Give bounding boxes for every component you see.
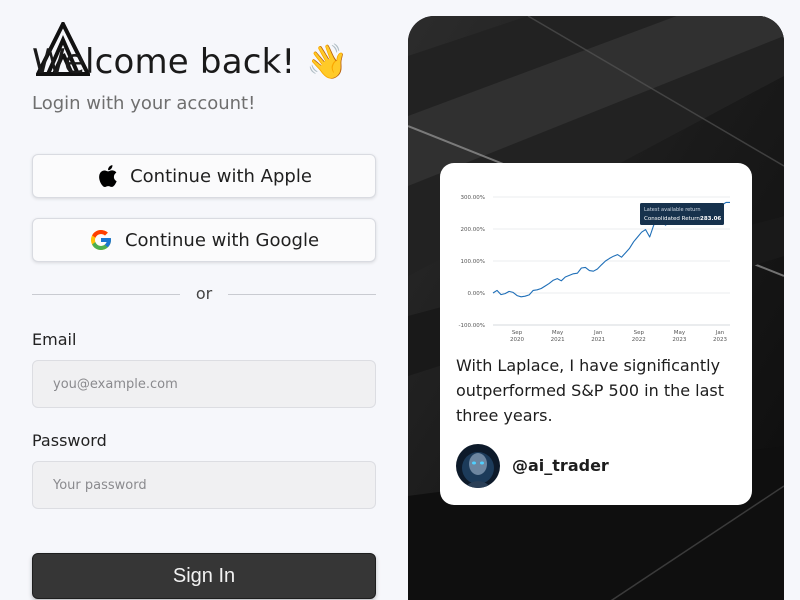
or-divider: or: [32, 284, 376, 304]
apple-icon: [99, 165, 117, 187]
x-tick-label: 2021: [591, 337, 605, 343]
x-tick-label: Sep: [512, 330, 523, 336]
x-tick-label: 2023: [672, 337, 686, 343]
password-field[interactable]: [32, 461, 376, 509]
x-tick-label: 2022: [632, 337, 646, 343]
y-tick-label: 200.00%: [461, 227, 485, 233]
x-tick-label: 2023: [713, 337, 727, 343]
x-tick-label: Jan: [715, 330, 725, 336]
x-tick-label: May: [552, 330, 564, 336]
tooltip-title: Latest available return: [644, 207, 701, 213]
testimonial-panel: 300.00% 200.00% 100.00% 0.00% -100.00% Sep 202…: [408, 16, 784, 600]
y-tick-label: 300.00%: [461, 195, 485, 201]
x-tick-label: 2020: [510, 337, 524, 343]
x-tick-label: May: [674, 330, 686, 336]
google-icon: [90, 230, 111, 250]
email-label: Email: [32, 330, 77, 349]
y-tick-label: 0.00%: [468, 291, 485, 297]
avatar-image: [456, 444, 500, 488]
continue-with-apple-button[interactable]: Continue with Apple: [32, 154, 376, 198]
y-tick-label: -100.00%: [459, 323, 485, 329]
testimonial-card: 300.00% 200.00% 100.00% 0.00% -100.00% Sep 202…: [440, 163, 752, 505]
returns-chart: 300.00%200.00%100.00%0.00%-100.00%Sep202…: [459, 195, 730, 343]
divider-line-right: [228, 294, 376, 295]
testimonial-handle: @ai_trader: [512, 456, 609, 475]
continue-with-google-button[interactable]: Continue with Google: [32, 218, 376, 262]
google-button-label: Continue with Google: [124, 229, 320, 251]
tooltip-value: 283.06: [700, 216, 721, 222]
login-panel: Welcome back! 👋 Login with your account!…: [32, 0, 376, 600]
password-label: Password: [32, 431, 107, 450]
avatar: [456, 444, 500, 488]
x-tick-label: Jan: [593, 330, 603, 336]
sign-in-button[interactable]: Sign In: [32, 553, 376, 599]
y-tick-label: 100.00%: [461, 259, 485, 265]
page-subtitle: Login with your account!: [32, 93, 256, 114]
x-tick-label: Sep: [634, 330, 645, 336]
email-field[interactable]: [32, 360, 376, 408]
x-tick-label: 2021: [551, 337, 565, 343]
tooltip-label: Consolidated Return:: [644, 216, 702, 222]
apple-button-label: Continue with Apple: [130, 165, 312, 187]
page-title: Welcome back! 👋: [32, 42, 349, 82]
testimonial-quote: With Laplace, I have significantly outpe…: [456, 356, 725, 425]
